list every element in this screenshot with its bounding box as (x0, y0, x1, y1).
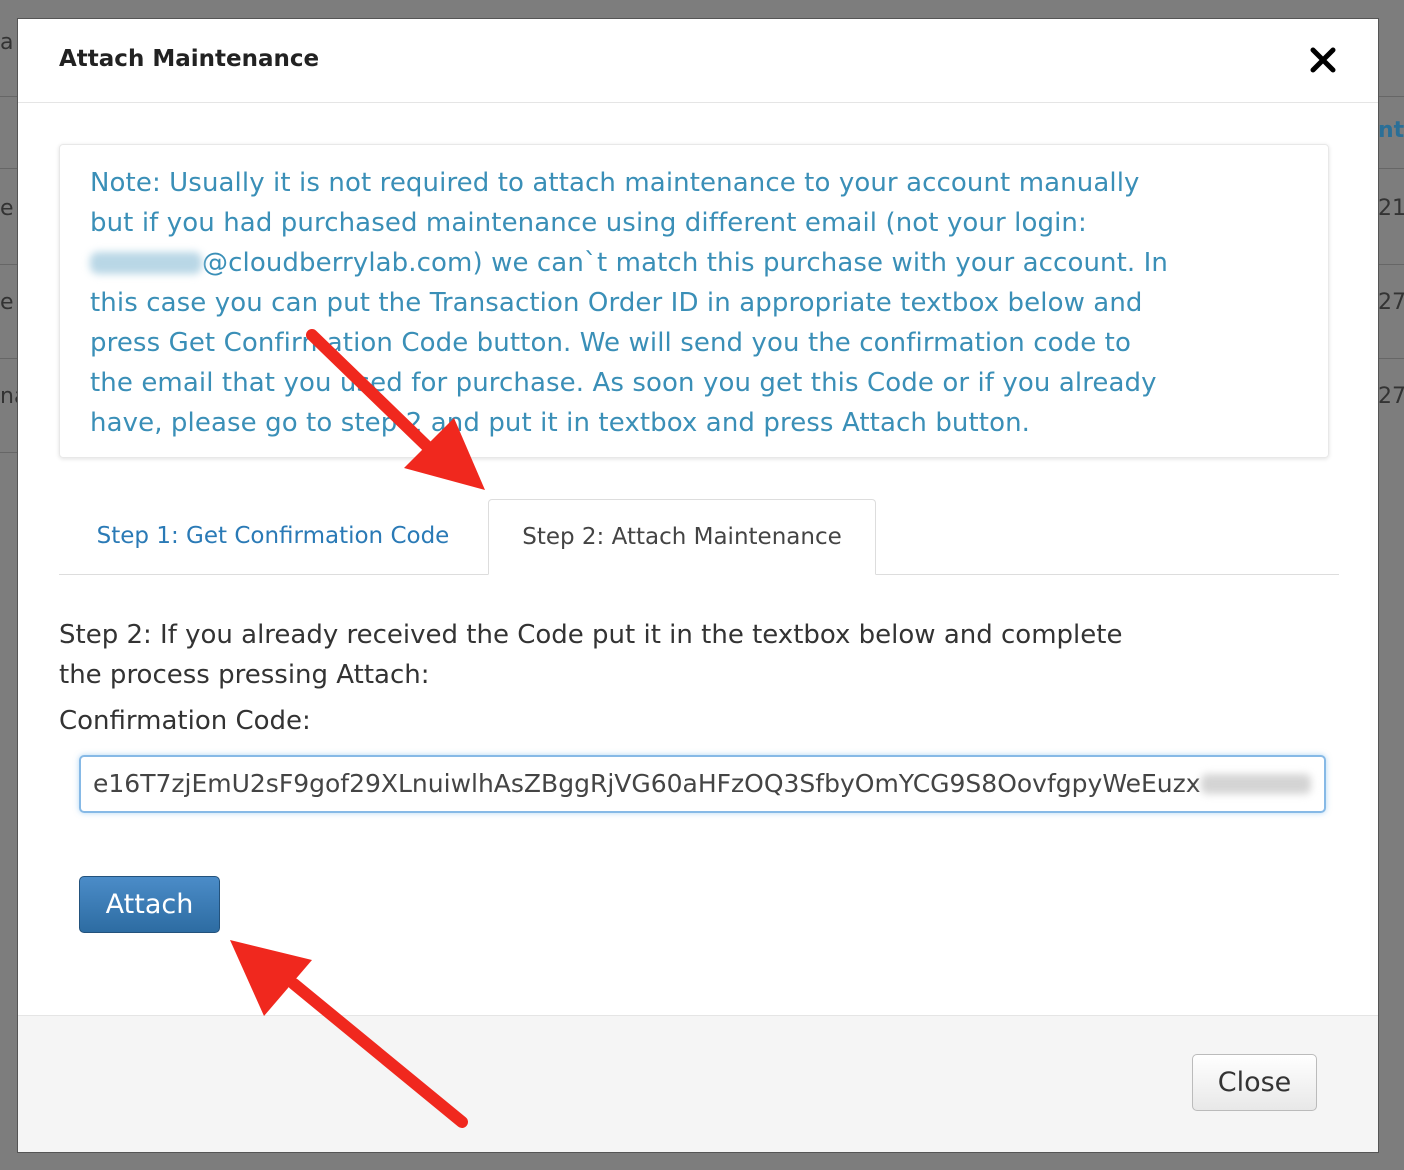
dialog-footer: Close (18, 1015, 1378, 1152)
instruction-line: the process pressing Attach: (59, 660, 430, 690)
info-note: Note: Usually it is not required to atta… (59, 144, 1329, 458)
step-2-instructions: Step 2: If you already received the Code… (59, 615, 1279, 695)
background-divider (0, 168, 17, 169)
code-value: e16T7zjEmU2sF9gof29XLnuiwlhAsZBggRjVG60a… (93, 769, 1201, 798)
attach-button[interactable]: Attach (79, 876, 220, 933)
background-divider (0, 358, 17, 359)
step-tabs: Step 1: Get Confirmation Code Step 2: At… (59, 499, 1339, 575)
dialog-header: Attach Maintenance (18, 19, 1378, 103)
background-text: e (0, 196, 14, 221)
redacted-email (90, 252, 202, 274)
tab-step-2[interactable]: Step 2: Attach Maintenance (488, 499, 876, 575)
attach-maintenance-dialog: Attach Maintenance Note: Usually it is n… (17, 18, 1379, 1153)
background-divider (0, 264, 17, 265)
background-divider (1379, 358, 1404, 359)
background-text: nte (1378, 118, 1404, 143)
instruction-line: Step 2: If you already received the Code… (59, 620, 1123, 650)
redacted-code (1200, 774, 1311, 794)
close-button[interactable]: Close (1192, 1054, 1317, 1111)
background-divider (0, 96, 17, 97)
background-divider (1379, 264, 1404, 265)
confirmation-code-input[interactable]: e16T7zjEmU2sF9gof29XLnuiwlhAsZBggRjVG60a… (79, 755, 1326, 813)
tab-step-1[interactable]: Step 1: Get Confirmation Code (59, 499, 487, 574)
note-line: the email that you used for purchase. As… (90, 368, 1157, 398)
background-text: e (0, 290, 14, 315)
dialog-title: Attach Maintenance (59, 46, 320, 72)
note-line: @cloudberrylab.com) we can`t match this … (90, 243, 1298, 283)
note-line: Note: Usually it is not required to atta… (90, 168, 1140, 198)
background-divider (0, 452, 17, 453)
note-line: this case you can put the Transaction Or… (90, 288, 1143, 318)
background-divider (1379, 96, 1404, 97)
background-text: 27, (1378, 384, 1404, 409)
close-icon[interactable] (1308, 45, 1338, 75)
background-divider (1379, 168, 1404, 169)
background-text: a (0, 30, 14, 55)
note-line: have, please go to step 2 and put it in … (90, 408, 1031, 438)
note-line: but if you had purchased maintenance usi… (90, 208, 1087, 238)
confirmation-code-label: Confirmation Code: (59, 706, 311, 736)
background-text: 27, (1378, 290, 1404, 315)
note-line: press Get Confirmation Code button. We w… (90, 328, 1131, 358)
background-text: 21, (1378, 196, 1404, 221)
